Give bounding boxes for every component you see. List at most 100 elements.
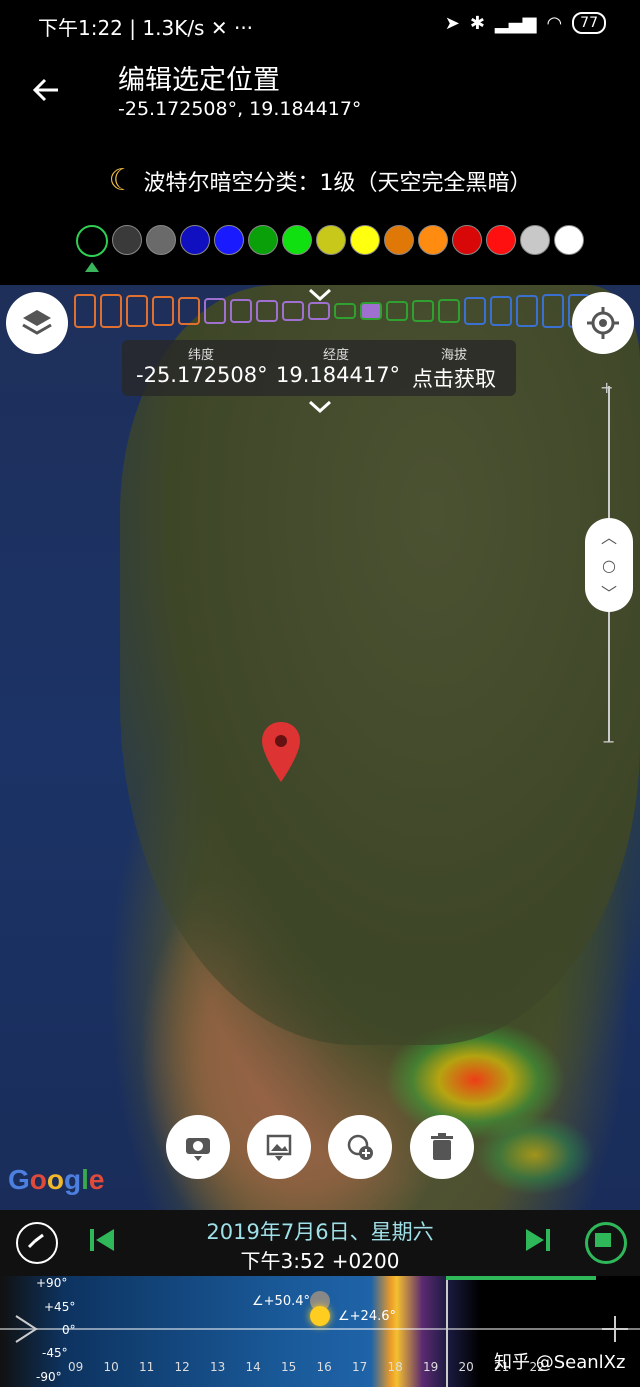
hour-tick: 15	[281, 1360, 297, 1374]
night-bar	[446, 1276, 596, 1280]
bortle-swatch[interactable]	[112, 225, 142, 255]
layers-icon	[22, 310, 52, 335]
trash-icon	[431, 1133, 453, 1160]
bortle-swatch[interactable]	[76, 225, 108, 257]
bortle-swatches	[76, 225, 584, 257]
hour-tick: 20	[458, 1360, 474, 1374]
alt-label: 海拔	[440, 348, 467, 363]
sun-icon	[310, 1306, 330, 1326]
hour-tick: 11	[139, 1360, 155, 1374]
lat-value: -25.172508°	[136, 363, 268, 387]
bluetooth-icon: ✱	[469, 12, 485, 34]
signal-icon: ▂▄▆	[494, 12, 537, 34]
google-logo: Google	[8, 1164, 105, 1195]
hour-tick: 13	[210, 1360, 226, 1374]
level-cell[interactable]	[334, 303, 356, 319]
bortle-swatch[interactable]	[146, 225, 176, 255]
level-cell[interactable]	[230, 299, 252, 323]
level-cell[interactable]	[178, 297, 200, 325]
time-cursor	[446, 1276, 448, 1387]
my-location-button[interactable]	[572, 292, 634, 354]
bortle-swatch[interactable]	[418, 225, 448, 255]
map-pin-icon[interactable]	[262, 722, 300, 782]
alt-value[interactable]: 点击获取	[404, 363, 504, 393]
zoom-handle[interactable]: ︿ ○ ﹀	[585, 518, 633, 612]
level-cell[interactable]	[152, 296, 174, 326]
lon-value: 19.184417°	[276, 363, 401, 387]
hour-tick: 14	[245, 1360, 261, 1374]
bortle-swatch[interactable]	[214, 225, 244, 255]
delete-button[interactable]	[410, 1115, 474, 1179]
alt-tick: +90°	[36, 1276, 68, 1290]
image-button[interactable]	[247, 1115, 311, 1179]
add-circle-icon	[347, 1134, 373, 1160]
level-cell[interactable]	[256, 300, 278, 322]
bortle-swatch[interactable]	[316, 225, 346, 255]
level-cell[interactable]	[204, 298, 226, 324]
moon-altitude: ∠+50.4°	[252, 1294, 310, 1309]
bortle-swatch[interactable]	[350, 225, 380, 255]
level-cell[interactable]	[542, 294, 564, 328]
level-cell[interactable]	[282, 301, 304, 321]
zoom-plus[interactable]: +	[600, 378, 613, 397]
status-right: ➤ ✱ ▂▄▆ ◠ 77	[445, 12, 606, 34]
level-cell[interactable]	[360, 302, 382, 320]
lat-label: 纬度	[187, 348, 214, 363]
status-time: 下午1:22	[38, 16, 123, 40]
zoom-minus[interactable]: −	[602, 732, 615, 751]
status-left: 下午1:22 | 1.3K/s ✕ ···	[38, 12, 253, 41]
hour-tick: 12	[174, 1360, 190, 1374]
hour-tick: 17	[352, 1360, 368, 1374]
chevron-down-icon[interactable]	[306, 398, 334, 416]
level-cell[interactable]	[516, 295, 538, 327]
level-cell[interactable]	[464, 297, 486, 325]
hour-tick: 09	[68, 1360, 84, 1374]
level-cell[interactable]	[412, 300, 434, 322]
add-location-button[interactable]	[328, 1115, 392, 1179]
level-cell[interactable]	[308, 302, 330, 320]
camera-button[interactable]	[166, 1115, 230, 1179]
separator: |	[129, 16, 143, 40]
level-cell[interactable]	[126, 295, 148, 327]
bortle-swatch[interactable]	[282, 225, 312, 255]
bortle-swatch[interactable]	[452, 225, 482, 255]
selected-level-marker	[85, 262, 99, 272]
alt-tick: +45°	[44, 1300, 76, 1314]
back-arrow-icon[interactable]	[28, 72, 64, 108]
timeline-add-icon[interactable]	[598, 1312, 632, 1346]
image-icon	[266, 1134, 292, 1161]
timeline-left-icon[interactable]	[12, 1312, 42, 1346]
map-view[interactable]	[0, 285, 640, 1210]
chevron-down-icon: ﹀	[600, 584, 617, 603]
level-cell[interactable]	[386, 301, 408, 321]
bortle-swatch[interactable]	[248, 225, 278, 255]
page-title: 编辑选定位置	[118, 65, 280, 96]
level-cell[interactable]	[100, 294, 122, 328]
bortle-swatch[interactable]	[554, 225, 584, 255]
bortle-swatch[interactable]	[180, 225, 210, 255]
battery-icon: 77	[572, 12, 606, 34]
hour-tick: 16	[316, 1360, 332, 1374]
level-cell[interactable]	[74, 294, 96, 328]
alt-tick: 0°	[62, 1323, 76, 1337]
bortle-swatch[interactable]	[520, 225, 550, 255]
moon-stars-icon: ☾	[108, 163, 136, 198]
calendar-icon	[595, 1233, 611, 1247]
chevron-up-icon: ︿	[600, 528, 617, 547]
bortle-swatch[interactable]	[486, 225, 516, 255]
location-info-panel[interactable]: 纬度 -25.172508° 经度 19.184417° 海拔 点击获取	[122, 340, 516, 396]
level-cell[interactable]	[438, 299, 460, 323]
sun-altitude: ∠+24.6°	[338, 1309, 396, 1324]
land-mass	[120, 285, 640, 1045]
bortle-label: 波特尔暗空分类：1级（天空完全黑暗）	[143, 170, 532, 196]
hour-tick: 19	[423, 1360, 439, 1374]
mute-icon: ✕ ···	[210, 16, 254, 40]
calendar-button[interactable]	[585, 1222, 627, 1264]
bortle-swatch[interactable]	[384, 225, 414, 255]
chevron-down-icon[interactable]	[306, 286, 334, 304]
layers-button[interactable]	[6, 292, 68, 354]
level-cell[interactable]	[490, 296, 512, 326]
bortle-row: ☾ 波特尔暗空分类：1级（天空完全黑暗）	[0, 163, 640, 198]
skip-next-icon[interactable]	[524, 1226, 552, 1254]
crosshair-icon	[587, 307, 619, 339]
